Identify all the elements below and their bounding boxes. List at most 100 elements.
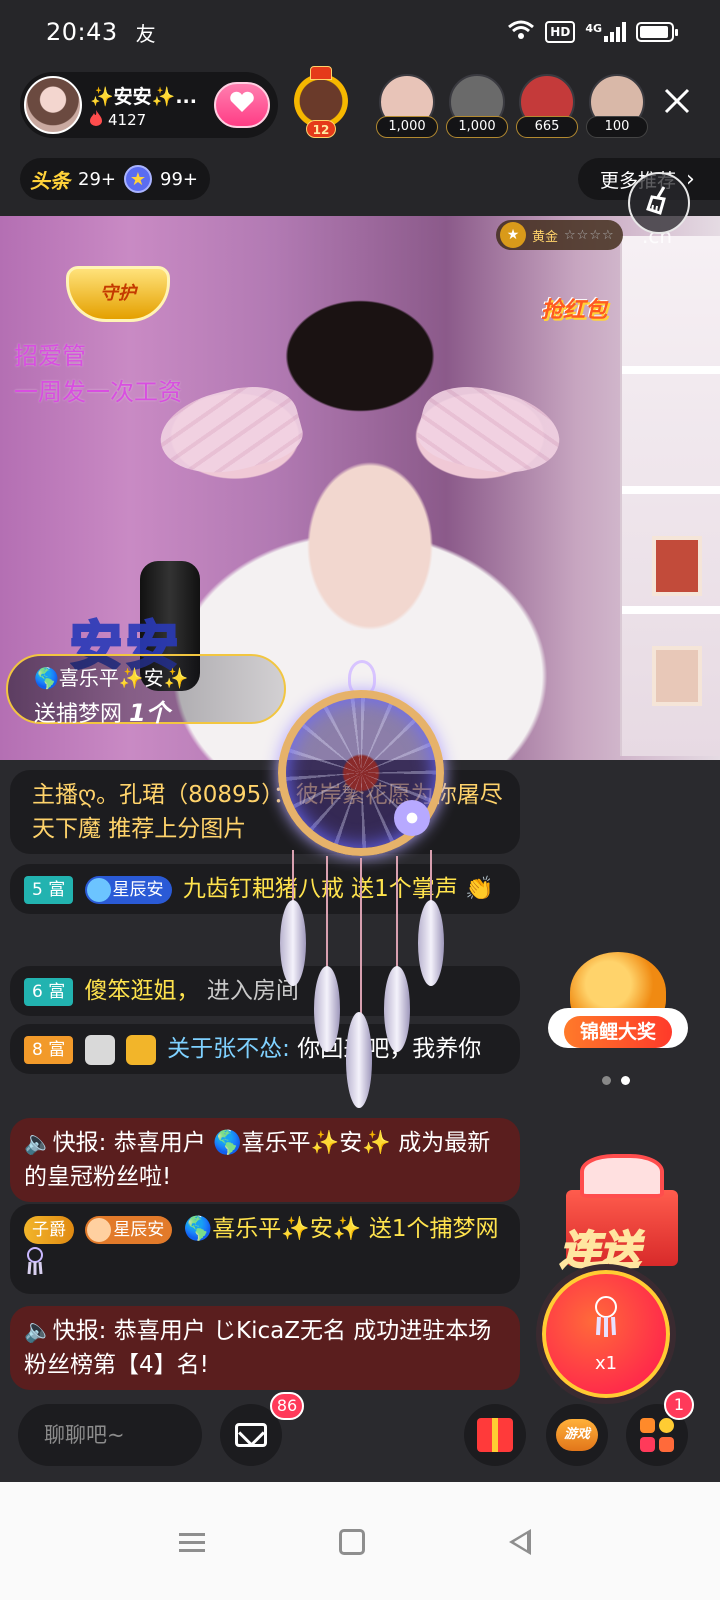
- close-button[interactable]: [664, 86, 690, 120]
- viewer-avatar[interactable]: 665: [516, 74, 578, 140]
- chat-action: 送1个捕梦网: [368, 1216, 499, 1242]
- recruit-line-2: 一周发一次工资: [14, 378, 182, 406]
- rank-pill[interactable]: 头条 29+ ★ 99+: [20, 158, 210, 200]
- status-icons: HD 4G: [507, 19, 678, 46]
- status-bar: 20:43 友 HD 4G: [0, 0, 720, 64]
- chat-message[interactable]: 子爵 星辰安 🌎喜乐平✨安✨ 送1个捕梦网: [10, 1204, 520, 1294]
- gift-banner: 🌎喜乐平✨安✨ 送捕梦网 1个: [6, 654, 286, 727]
- more-button[interactable]: 1: [626, 1390, 694, 1466]
- chat-action: 进入房间: [206, 978, 299, 1004]
- notification-icon: 友: [135, 21, 156, 46]
- mail-icon: [235, 1423, 267, 1447]
- chat-message[interactable]: 🔈快报: 恭喜用户 じKicaZ无名 成功进驻本场粉丝榜第【4】名!: [10, 1306, 520, 1390]
- chat-message[interactable]: 🔈快报: 恭喜用户 🌎喜乐平✨安✨ 成为最新的皇冠粉丝啦!: [10, 1118, 520, 1202]
- chat-action: 送1个掌声: [351, 876, 458, 902]
- chat-message[interactable]: 主播ღ。孔珺（80895）：彼岸繁花愿为你屠尽天下魔 推荐上分图片: [10, 770, 520, 854]
- koi-prize-button[interactable]: 锦鲤大奖: [548, 952, 688, 1070]
- fan-badge: 星辰安: [85, 1215, 173, 1244]
- noble-badge: 子爵: [24, 1215, 74, 1244]
- flash-prefix: 🔈快报:: [24, 1130, 107, 1156]
- toutiao-label: 头条: [30, 168, 70, 193]
- live-header: ✨安安✨... 4127 12 1,000 1,000 665 100: [0, 64, 720, 152]
- viewer-avatar[interactable]: 1,000: [376, 74, 438, 140]
- chat-message[interactable]: 8 富 关于张不怂: 你回来吧，我养你: [10, 1024, 520, 1074]
- carousel-dots: [602, 1076, 630, 1085]
- gift-icon: [477, 1418, 513, 1452]
- wing-decoration: [412, 374, 568, 488]
- chat-input[interactable]: 聊聊吧~: [18, 1404, 202, 1466]
- announcement-text: 主播ღ。孔珺（80895）：彼岸繁花愿为你屠尽天下魔 推荐上分图片: [32, 782, 503, 842]
- chat-message[interactable]: 5 富 星辰安 九齿钉耙猪八戒 送1个掌声 👏: [10, 864, 520, 914]
- photo-frame: [652, 646, 702, 706]
- heat-count: 4127: [108, 111, 147, 129]
- sub-row: 头条 29+ ★ 99+ 更多推荐 ›: [0, 152, 720, 216]
- game-button[interactable]: 游戏: [546, 1404, 608, 1466]
- shelf-board: [622, 606, 720, 614]
- red-packet-button[interactable]: 抢红包: [526, 278, 622, 344]
- combo-send-button[interactable]: x1: [536, 1264, 676, 1404]
- broom-icon: [644, 185, 674, 222]
- toutiao-count: 29+: [78, 168, 116, 190]
- chat-message[interactable]: 6 富 傻笨逛姐， 进入房间: [10, 966, 520, 1016]
- message-button[interactable]: 86: [220, 1392, 304, 1466]
- clap-icon: 👏: [465, 876, 494, 902]
- live-video[interactable]: 守护 招爱管 一周发一次工资 抢红包 ★ 黄金 ☆☆☆☆ .cn 安安 🌎喜乐平…: [0, 216, 720, 760]
- flame-icon: [90, 110, 102, 130]
- follow-button[interactable]: [214, 82, 270, 128]
- photo-frame: [652, 536, 702, 596]
- viewer-avatar[interactable]: 100: [586, 74, 648, 140]
- profile-icon: [125, 1034, 156, 1065]
- hd-icon: HD: [545, 21, 576, 43]
- koi-prize-label: 锦鲤大奖: [564, 1016, 672, 1048]
- chat-content: 你回来吧，我养你: [297, 1036, 482, 1062]
- viewer-contribution: 665: [516, 116, 578, 138]
- medal-icon: ★: [500, 222, 526, 248]
- carousel-dot: [602, 1076, 611, 1085]
- chat-user[interactable]: 🌎喜乐平✨安✨: [184, 1216, 362, 1242]
- recents-button[interactable]: [172, 1522, 212, 1562]
- game-icon: 游戏: [556, 1419, 598, 1451]
- battery-icon: [636, 22, 678, 42]
- viewer-avatar[interactable]: 1,000: [446, 74, 508, 140]
- chat-user[interactable]: 关于张不怂:: [167, 1036, 290, 1062]
- shelf: [620, 236, 720, 756]
- star-count: 99+: [160, 168, 198, 190]
- network-label: 4G: [585, 22, 602, 35]
- gift-banner-user: 🌎喜乐平✨安✨: [34, 666, 189, 690]
- wifi-icon: [507, 19, 535, 46]
- unread-badge: 86: [270, 1392, 304, 1420]
- apps-grid-icon: [640, 1418, 674, 1452]
- status-time: 20:43: [46, 18, 118, 46]
- more-badge: 1: [664, 1390, 694, 1420]
- home-button[interactable]: [332, 1522, 372, 1562]
- fan-badge: 星辰安: [84, 875, 172, 904]
- gold-rank-tag[interactable]: ★ 黄金 ☆☆☆☆: [496, 220, 623, 250]
- crown-icon: [310, 66, 332, 80]
- star-icon: ★: [124, 165, 152, 193]
- top-fan-badge[interactable]: 12: [288, 66, 354, 140]
- host-info[interactable]: ✨安安✨... 4127: [20, 72, 278, 138]
- gift-button[interactable]: [464, 1404, 526, 1466]
- guard-logo[interactable]: 守护: [66, 266, 170, 322]
- close-icon: [664, 83, 690, 123]
- viewer-contribution: 100: [586, 116, 648, 138]
- clean-screen-button[interactable]: [628, 172, 690, 234]
- carousel-dot-active: [621, 1076, 630, 1085]
- gold-stars: ☆☆☆☆: [564, 227, 615, 243]
- chat-user[interactable]: 九齿钉耙猪八戒: [183, 876, 344, 902]
- shelf-board: [622, 366, 720, 374]
- viewer-contribution: 1,000: [446, 116, 508, 138]
- home-icon: [339, 1529, 365, 1555]
- host-heat: 4127: [90, 110, 146, 130]
- heart-icon: [229, 90, 255, 120]
- wealth-badge: 5 富: [24, 875, 74, 904]
- chat-user[interactable]: 傻笨逛姐，: [85, 978, 200, 1004]
- gift-banner-message: 送捕梦网 1个: [34, 693, 284, 728]
- dreamcatcher-icon: [591, 1295, 621, 1347]
- system-nav-bar: [0, 1482, 720, 1600]
- top-fan-level: 12: [306, 120, 336, 138]
- gift-banner-action: 送捕梦网: [34, 702, 123, 727]
- back-button[interactable]: [500, 1522, 540, 1562]
- host-avatar[interactable]: [24, 76, 82, 134]
- shelf-board: [622, 486, 720, 494]
